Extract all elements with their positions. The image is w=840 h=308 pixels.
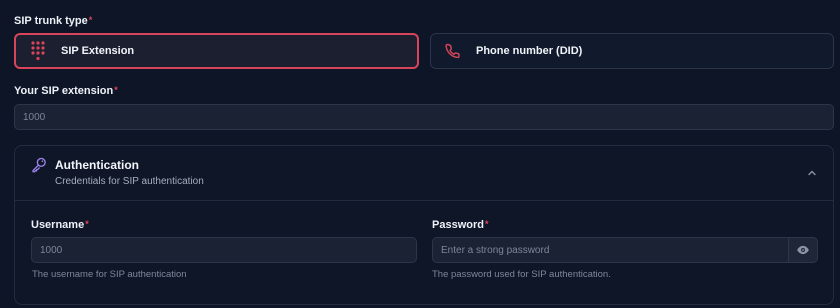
phone-icon bbox=[445, 43, 460, 59]
key-icon bbox=[32, 157, 46, 173]
password-label: Password* bbox=[432, 219, 488, 231]
extension-input[interactable] bbox=[14, 104, 834, 130]
extension-label-text: Your SIP extension bbox=[14, 85, 114, 97]
trunk-option-label: Phone number (DID) bbox=[476, 45, 583, 57]
trunk-option-sip-extension[interactable]: SIP Extension bbox=[14, 33, 419, 69]
trunk-option-phone-number[interactable]: Phone number (DID) bbox=[430, 33, 834, 69]
auth-title: Authentication bbox=[55, 158, 139, 172]
required-mark: * bbox=[88, 15, 93, 25]
eye-icon bbox=[797, 245, 809, 255]
password-label-text: Password bbox=[432, 219, 484, 231]
chevron-up-icon[interactable] bbox=[806, 167, 818, 179]
username-label: Username* bbox=[31, 219, 89, 231]
password-input[interactable] bbox=[432, 237, 789, 263]
username-input[interactable] bbox=[31, 237, 417, 263]
dialpad-icon bbox=[31, 41, 45, 61]
username-label-text: Username bbox=[31, 219, 85, 231]
password-visibility-toggle[interactable] bbox=[788, 237, 818, 263]
authentication-card: Authentication Credentials for SIP authe… bbox=[14, 145, 834, 305]
auth-subtitle: Credentials for SIP authentication bbox=[55, 176, 204, 187]
username-help: The username for SIP authentication bbox=[32, 269, 187, 280]
required-mark: * bbox=[114, 85, 118, 95]
trunk-type-label-text: SIP trunk type bbox=[14, 15, 88, 27]
trunk-type-label: SIP trunk type* bbox=[14, 15, 92, 27]
card-divider bbox=[15, 200, 833, 201]
extension-label: Your SIP extension* bbox=[14, 85, 118, 97]
required-mark: * bbox=[85, 219, 89, 229]
password-help: The password used for SIP authentication… bbox=[432, 269, 611, 280]
required-mark: * bbox=[484, 219, 489, 229]
trunk-option-label: SIP Extension bbox=[61, 45, 135, 57]
